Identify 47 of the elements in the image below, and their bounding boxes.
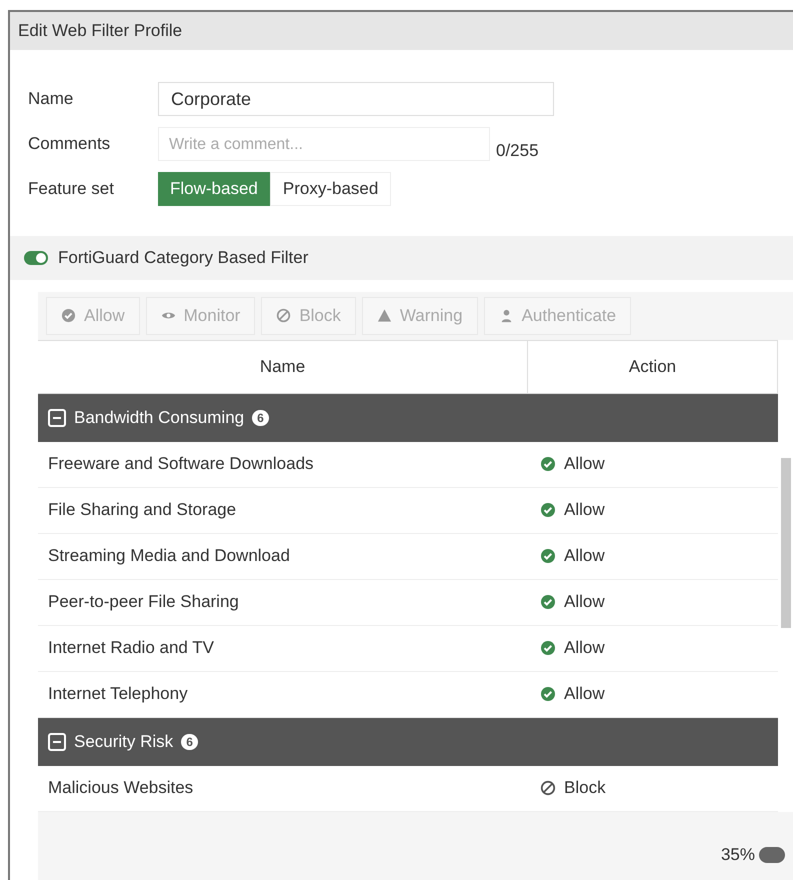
column-header[interactable]: Name <box>38 340 528 392</box>
comment-field[interactable]: Write a comment... <box>158 126 490 161</box>
status-badge-icon <box>759 847 785 863</box>
check-circle-icon <box>61 308 76 323</box>
check-circle-icon <box>540 548 556 564</box>
table-cell-text: Peer-to-peer File Sharing <box>47 591 240 614</box>
field-label: Comments <box>28 133 112 155</box>
count-badge: 6 <box>252 410 269 426</box>
feature-set-option[interactable]: Proxy-based <box>270 172 392 206</box>
scrollbar[interactable] <box>781 458 791 628</box>
group-title: Security Risk <box>74 730 174 753</box>
count-badge: 6 <box>181 734 198 750</box>
check-circle-icon <box>540 502 556 518</box>
table-cell-text: Freeware and Software Downloads <box>47 453 315 476</box>
table-cell-text: File Sharing and Storage <box>47 499 238 522</box>
percent-label: 35% <box>720 844 755 866</box>
group-title: Bandwidth Consuming <box>74 406 244 429</box>
block-icon <box>276 308 292 323</box>
collapse-icon[interactable] <box>48 732 66 750</box>
table-cell-text: Internet Telephony <box>47 683 189 706</box>
check-circle-icon <box>540 456 556 472</box>
group-header[interactable]: Security Risk 6 <box>38 718 778 766</box>
warning-icon <box>376 308 392 323</box>
field-label: Name <box>28 88 74 110</box>
window-title: Edit Web Filter Profile <box>10 12 793 50</box>
feature-set-option[interactable]: Flow-based <box>158 172 270 206</box>
group-header[interactable]: Bandwidth Consuming 6 <box>38 394 778 442</box>
field-label: Feature set <box>28 178 115 200</box>
collapse-icon[interactable] <box>48 408 66 426</box>
table-cell-text: Malicious Websites <box>47 777 194 800</box>
action-cell[interactable]: Block <box>528 766 778 810</box>
action-cell[interactable]: Allow <box>528 442 778 486</box>
section-title: FortiGuard Category Based Filter <box>58 246 308 269</box>
check-circle-icon <box>540 640 556 656</box>
table-cell-text: Streaming Media and Download <box>47 545 291 568</box>
table-cell-text: Internet Radio and TV <box>47 637 216 660</box>
action-cell[interactable]: Allow <box>528 672 778 716</box>
name-field[interactable]: Corporate <box>158 82 554 116</box>
character-counter: 0/255 <box>496 140 539 162</box>
action-cell[interactable]: Allow <box>528 580 778 624</box>
check-circle-icon <box>540 686 556 702</box>
action-cell[interactable]: Allow <box>528 534 778 578</box>
toggle-switch[interactable] <box>24 250 48 264</box>
action-cell[interactable]: Allow <box>528 488 778 532</box>
check-circle-icon <box>540 594 556 610</box>
block-icon <box>540 780 556 796</box>
action-cell[interactable]: Allow <box>528 626 778 670</box>
